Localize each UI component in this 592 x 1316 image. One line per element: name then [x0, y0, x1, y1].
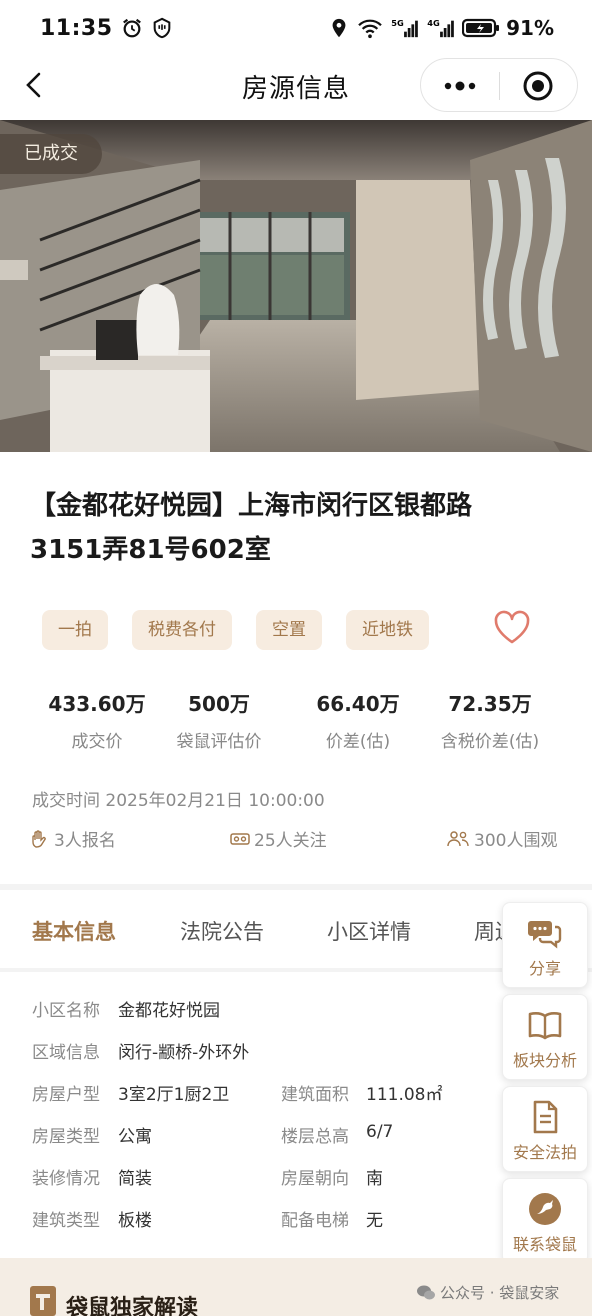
safe-auction-label: 安全法拍	[512, 1143, 577, 1162]
tab-basic-info[interactable]: 基本信息	[32, 916, 116, 946]
document-icon	[533, 1100, 558, 1134]
orientation-label: 房屋朝向	[281, 1169, 349, 1189]
decoration-label: 装修情况	[32, 1169, 100, 1189]
layout-label: 房屋户型	[32, 1085, 100, 1105]
shield-hand-icon	[153, 17, 170, 39]
stat-value: 500万	[188, 692, 250, 716]
elevator-label: 配备电梯	[281, 1211, 349, 1231]
watch-count-text: 300人围观	[474, 831, 558, 851]
stat-tax-diff: 72.35万 含税价差(估)	[428, 688, 552, 752]
floor-value: 6/7	[366, 1122, 394, 1142]
close-mini-program-icon[interactable]	[521, 69, 555, 103]
safe-auction-button[interactable]: 安全法拍	[502, 1086, 588, 1172]
tag-near-metro: 近地铁	[346, 610, 429, 650]
deal-status-tag: 已成交	[0, 134, 102, 174]
engagement-counts: 3人报名 25人关注 300人围观	[0, 826, 592, 856]
more-icon[interactable]	[435, 71, 485, 101]
building-type-label: 建筑类型	[32, 1211, 100, 1231]
stat-appraisal: 500万 袋鼠评估价	[150, 688, 288, 752]
capsule-divider	[499, 72, 500, 100]
contact-kangaroo-button[interactable]: 联系袋鼠	[502, 1178, 588, 1264]
battery-icon	[462, 18, 500, 38]
follow-count-text: 25人关注	[254, 831, 327, 851]
favorite-heart-icon[interactable]	[492, 608, 532, 648]
contact-label: 联系袋鼠	[512, 1235, 577, 1254]
watch-count: 300人围观	[446, 826, 557, 851]
floor-label: 楼层总高	[281, 1127, 349, 1147]
signup-count-text: 3人报名	[54, 831, 116, 851]
area-value: 闵行-颛桥-外环外	[118, 1043, 250, 1063]
open-book-icon	[528, 1012, 562, 1040]
stat-label: 含税价差(估)	[440, 732, 540, 752]
stat-price-diff: 66.40万 价差(估)	[288, 688, 428, 752]
layout-value: 3室2厅1厨2卫	[118, 1085, 230, 1105]
tag-vacant: 空置	[256, 610, 322, 650]
stat-value: 72.35万	[448, 692, 532, 716]
battery-percent: 91%	[506, 16, 554, 40]
area-analysis-button[interactable]: 板块分析	[502, 994, 588, 1080]
svg-text:5G: 5G	[391, 18, 404, 28]
signup-count: 3人报名	[30, 826, 116, 851]
stat-label: 袋鼠评估价	[176, 732, 262, 752]
area-analysis-label: 板块分析	[512, 1051, 577, 1070]
size-value: 111.08㎡	[366, 1085, 443, 1105]
deal-time: 成交时间 2025年02月21日 10:00:00	[32, 791, 325, 811]
kangaroo-logo-icon	[529, 1193, 561, 1225]
hand-icon	[32, 829, 46, 848]
community-label: 小区名称	[32, 1001, 100, 1021]
4g-signal-icon: 4G	[427, 18, 454, 38]
status-bar: 11:35 5G 4G 91%	[0, 0, 592, 56]
wechat-icon	[417, 1285, 435, 1299]
building-type-value: 板楼	[118, 1211, 152, 1231]
chat-bubbles-icon	[528, 921, 562, 949]
mini-program-capsule	[420, 58, 578, 112]
type-value: 公寓	[118, 1127, 152, 1147]
svg-text:4G: 4G	[427, 18, 440, 28]
listing-title-line1: 【金都花好悦园】上海市闵行区银都路	[30, 491, 473, 521]
tag-tax: 税费各付	[132, 610, 232, 650]
location-icon	[332, 18, 346, 38]
share-label: 分享	[528, 959, 561, 978]
vr-glasses-icon	[230, 832, 250, 845]
size-label: 建筑面积	[281, 1085, 349, 1105]
follow-count: 25人关注	[230, 826, 327, 851]
type-label: 房屋类型	[32, 1127, 100, 1147]
people-icon	[447, 830, 469, 846]
watermark-text: 公众号 · 袋鼠安家	[440, 1284, 560, 1302]
feature-tags: 一拍 税费各付 空置 近地铁	[42, 610, 429, 650]
kangaroo-brand-icon	[30, 1286, 56, 1316]
tab-community[interactable]: 小区详情	[327, 916, 411, 946]
status-time: 11:35	[40, 15, 113, 41]
share-button[interactable]: 分享	[502, 902, 588, 988]
wifi-icon	[358, 19, 382, 39]
stat-label: 价差(估)	[325, 732, 391, 752]
nav-bar: 房源信息	[0, 56, 592, 114]
decoration-value: 简装	[118, 1169, 152, 1189]
tag-auction-round: 一拍	[42, 610, 108, 650]
area-label: 区域信息	[32, 1043, 100, 1063]
community-value: 金都花好悦园	[118, 1001, 220, 1021]
tab-court-notice[interactable]: 法院公告	[180, 916, 264, 946]
stat-value: 66.40万	[316, 692, 400, 716]
orientation-value: 南	[366, 1169, 383, 1189]
listing-title: 【金都花好悦园】上海市闵行区银都路 3151弄81号602室	[30, 484, 550, 572]
alarm-icon	[122, 18, 141, 38]
wechat-watermark: 公众号 · 袋鼠安家	[416, 1282, 559, 1303]
5g-signal-icon: 5G	[391, 18, 418, 38]
price-stats: 433.60万 成交价 500万 袋鼠评估价 66.40万 价差(估) 72.3…	[0, 688, 592, 752]
listing-title-line2: 3151弄81号602室	[30, 535, 271, 565]
elevator-value: 无	[366, 1211, 383, 1231]
exclusive-analysis-title: 袋鼠独家解读	[66, 1296, 199, 1316]
